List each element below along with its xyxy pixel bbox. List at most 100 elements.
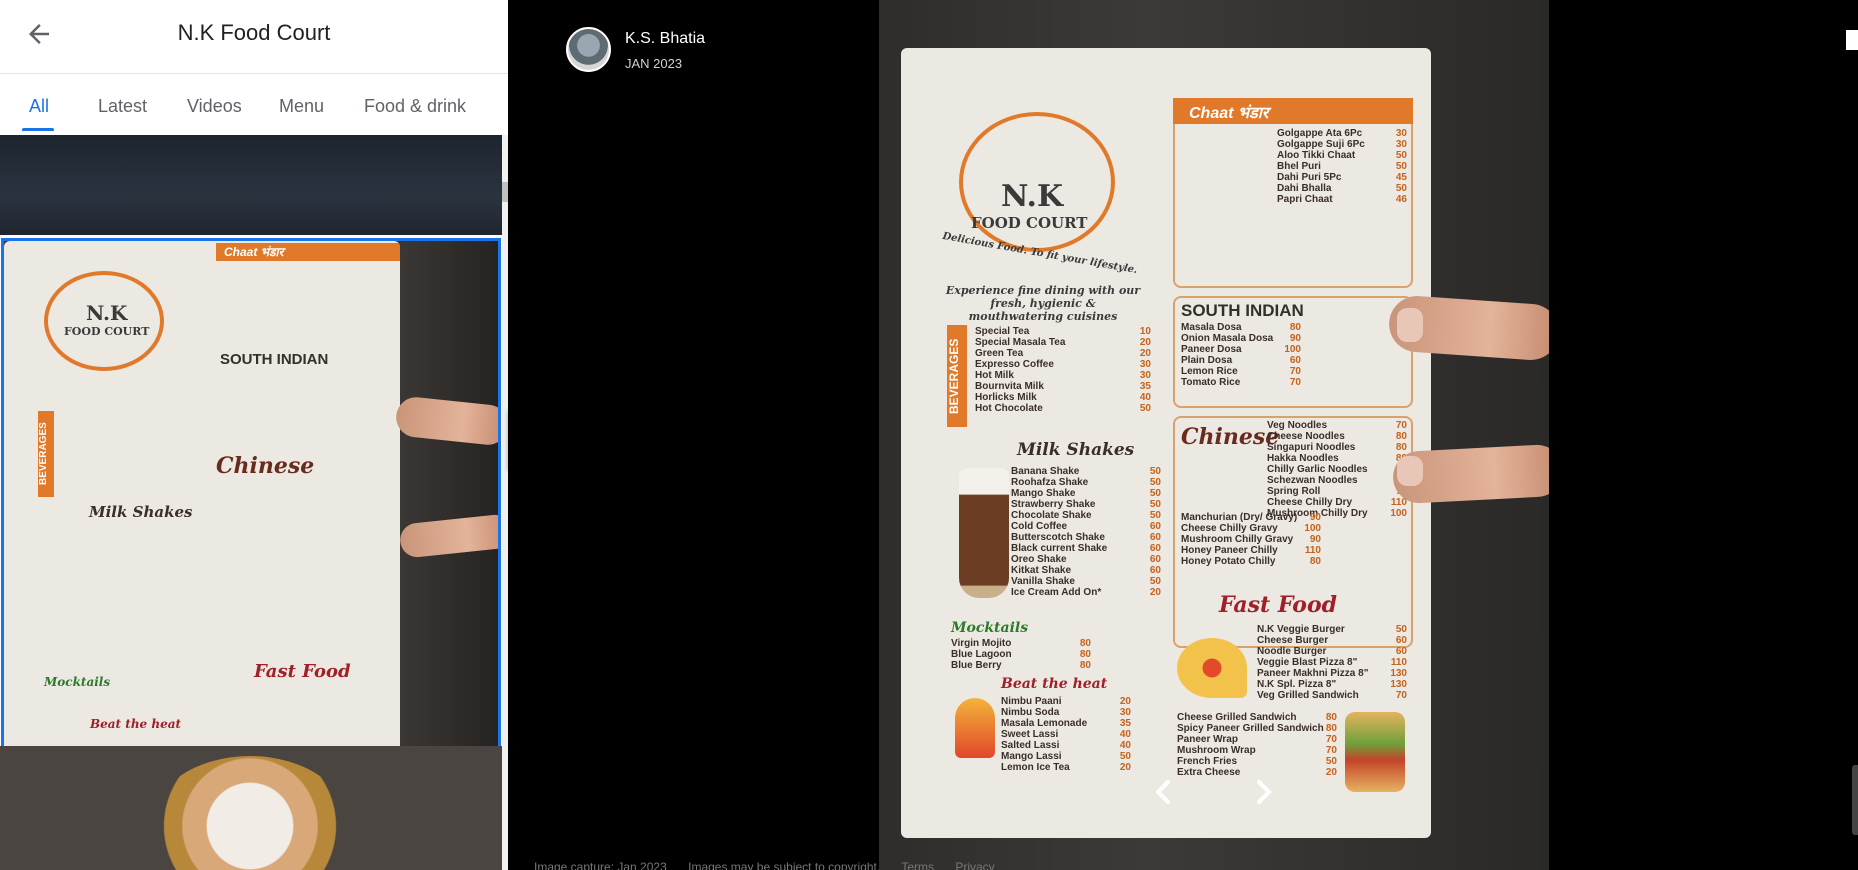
menu-item: Cheese Noodles 80 <box>1267 431 1407 442</box>
menu-item-price: 70 <box>1325 734 1337 745</box>
menu-item-name: Chilly Garlic Noodles <box>1267 464 1368 475</box>
privacy-link[interactable]: Privacy <box>955 860 994 870</box>
photo-gallery: N.K FOOD COURT Chaat भंडार SOUTH INDIAN … <box>0 135 502 870</box>
author-avatar[interactable] <box>566 27 611 72</box>
menu-item-name: Oreo Shake <box>1011 554 1067 565</box>
tab-latest[interactable]: Latest <box>98 96 147 117</box>
tab-food-drink[interactable]: Food & drink <box>364 96 466 117</box>
menu-item-price: 60 <box>1149 521 1161 532</box>
menu-item-name: Black current Shake <box>1011 543 1108 554</box>
menu-item-price: 80 <box>1079 638 1091 649</box>
menu-item-name: Cheese Burger <box>1257 635 1329 646</box>
photo-thumbnail[interactable] <box>0 746 502 870</box>
menu-item: Veg Noodles 70 <box>1267 420 1407 431</box>
menu-item: Lemon Rice 70 <box>1181 366 1301 377</box>
menu-item-price: 40 <box>1119 740 1131 751</box>
side-handle[interactable] <box>1852 765 1858 835</box>
copyright-text: Images may be subject to copyright. <box>688 860 881 870</box>
menu-item-name: Nimbu Soda <box>1001 707 1060 718</box>
menu-intro: Experience fine dining with our fresh, h… <box>945 284 1141 323</box>
menu-item-price: 70 <box>1289 377 1301 388</box>
drink-icon <box>955 698 995 758</box>
menu-photo-large: N.K FOOD COURT Delicious Food. To fit yo… <box>879 0 1549 870</box>
menu-item-price: 50 <box>1325 756 1337 767</box>
chinese-list: Veg Noodles 70 Cheese Noodles 80 Singapuri N… <box>1267 420 1407 519</box>
menu-item-price: 30 <box>1395 139 1407 150</box>
menu-item-price: 70 <box>1289 366 1301 377</box>
fast-list-2: Cheese Grilled Sandwich 80 Spicy Paneer Gr… <box>1177 712 1337 778</box>
menu-item-price: 90 <box>1309 534 1321 545</box>
menu-item: Mushroom Wrap 70 <box>1177 745 1337 756</box>
photo-thumbnail[interactable] <box>0 135 502 235</box>
tab-videos[interactable]: Videos <box>187 96 242 117</box>
menu-item-name: Cheese Grilled Sandwich <box>1177 712 1297 723</box>
menu-item-name: Singapuri Noodles <box>1267 442 1356 453</box>
menu-item-name: Masala Dosa <box>1181 322 1242 333</box>
menu-item-name: Blue Lagoon <box>951 649 1012 660</box>
menu-item-name: Tomato Rice <box>1181 377 1241 388</box>
menu-item-price: 80 <box>1395 442 1407 453</box>
menu-item-price: 50 <box>1149 576 1161 587</box>
menu-item-name: Mango Lassi <box>1001 751 1062 762</box>
chevron-left-icon[interactable] <box>1143 772 1183 812</box>
heat-list: Nimbu Paani 20 Nimbu Soda 30 Masala Lemonade… <box>1001 696 1131 773</box>
tab-all[interactable]: All <box>29 96 49 117</box>
menu-item-price: 60 <box>1149 543 1161 554</box>
mocktails-list: Virgin Mojito 80 Blue Lagoon 80 Blue Berry 80 <box>951 638 1091 671</box>
flag-icon[interactable] <box>1846 30 1858 50</box>
menu-item-name: Noodle Burger <box>1257 646 1327 657</box>
menu-item: Salted Lassi 40 <box>1001 740 1131 751</box>
shakes-title: Milk Shakes <box>89 503 193 521</box>
south-title: SOUTH INDIAN <box>220 351 329 368</box>
menu-item-price: 100 <box>1304 523 1321 534</box>
menu-item-name: Special Tea <box>975 326 1030 337</box>
menu-item-name: French Fries <box>1177 756 1238 767</box>
menu-item-name: Aloo Tikki Chaat <box>1277 150 1356 161</box>
menu-item: Green Tea 20 <box>975 348 1151 359</box>
menu-item: Bournvita Milk 35 <box>975 381 1151 392</box>
menu-item-price: 50 <box>1149 466 1161 477</box>
menu-item-price: 50 <box>1119 751 1131 762</box>
menu-item-price: 80 <box>1309 556 1321 567</box>
menu-item-price: 45 <box>1395 172 1407 183</box>
menu-item-name: Dahi Bhalla <box>1277 183 1332 194</box>
menu-item-price: 30 <box>1119 707 1131 718</box>
menu-item-price: 60 <box>1149 532 1161 543</box>
menu-item-price: 60 <box>1149 554 1161 565</box>
menu-item-name: Manchurian (Dry/ Gravy) <box>1181 512 1298 523</box>
menu-item-name: Schezwan Noodles <box>1267 475 1358 486</box>
menu-item-price: 60 <box>1395 646 1407 657</box>
photo-date: JAN 2023 <box>625 56 683 71</box>
menu-item-name: Butterscotch Shake <box>1011 532 1105 543</box>
heat-title: Beat the heat <box>90 717 182 731</box>
author-name[interactable]: K.S. Bhatia <box>625 30 705 48</box>
menu-item: Tomato Rice 70 <box>1181 377 1301 388</box>
menu-item: Nimbu Soda 30 <box>1001 707 1131 718</box>
menu-item: Chocolate Shake 50 <box>1011 510 1161 521</box>
menu-item-name: Sweet Lassi <box>1001 729 1059 740</box>
menu-item-name: Spicy Paneer Grilled Sandwich <box>1177 723 1324 734</box>
mocktails-title: Mocktails <box>44 675 111 689</box>
menu-item-name: Spring Roll <box>1267 486 1321 497</box>
menu-item: Masala Dosa 80 <box>1181 322 1301 333</box>
menu-item: Oreo Shake 60 <box>1011 554 1161 565</box>
terms-link[interactable]: Terms <box>901 860 934 870</box>
menu-item-name: Nimbu Paani <box>1001 696 1062 707</box>
tab-bar: All Latest Videos Menu Food & drink <box>0 74 508 134</box>
chevron-right-icon[interactable] <box>1244 772 1284 812</box>
app-root: N.K Food Court All Latest Videos Menu Fo… <box>0 0 1858 870</box>
menu-item-price: 80 <box>1325 712 1337 723</box>
menu-item-price: 50 <box>1149 510 1161 521</box>
menu-item-name: Golgappe Ata 6Pc <box>1277 128 1363 139</box>
chaat-banner: Chaat भंडार <box>216 243 400 261</box>
menu-item: Hot Chocolate 50 <box>975 403 1151 414</box>
menu-brand: N.K <box>86 301 128 325</box>
menu-item: Special Tea 10 <box>975 326 1151 337</box>
menu-item: Banana Shake 50 <box>1011 466 1161 477</box>
menu-item: Mango Shake 50 <box>1011 488 1161 499</box>
tab-menu[interactable]: Menu <box>279 96 324 117</box>
menu-item-price: 70 <box>1395 690 1407 701</box>
menu-item-price: 80 <box>1079 649 1091 660</box>
fast-list: N.K Veggie Burger 50 Cheese Burger 60 Noodle… <box>1257 624 1407 701</box>
photos-panel: N.K Food Court All Latest Videos Menu Fo… <box>0 0 508 870</box>
